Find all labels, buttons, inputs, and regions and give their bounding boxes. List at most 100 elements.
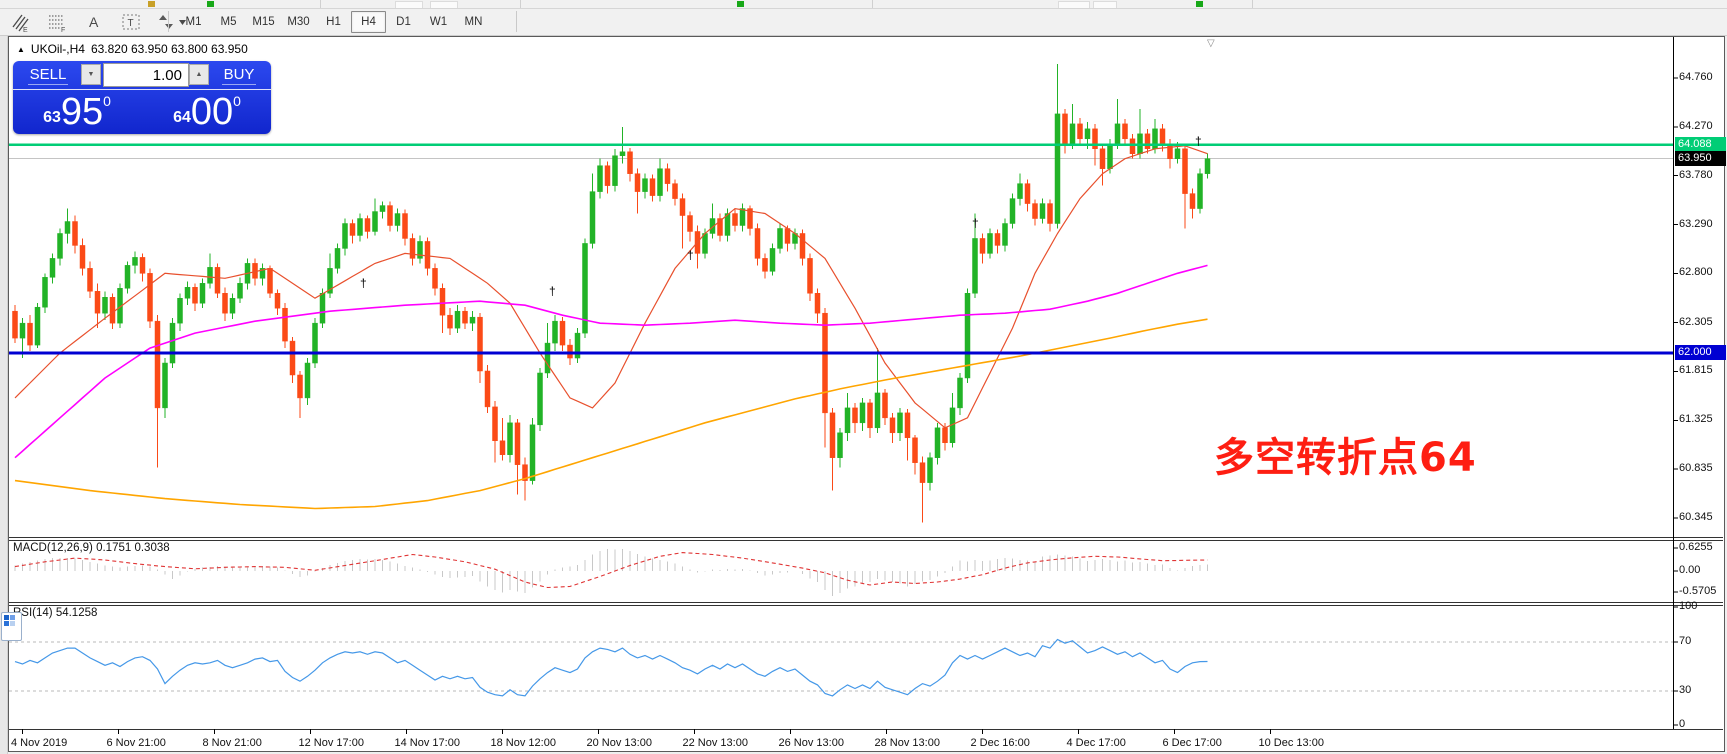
candle-body: [298, 375, 303, 398]
time-axis: 4 Nov 20196 Nov 21:008 Nov 21:0012 Nov 1…: [9, 729, 1673, 751]
macd-indicator-label: MACD(12,26,9) 0.1751 0.3038: [13, 542, 170, 554]
toolbar-separator: [168, 11, 169, 32]
candle-body: [508, 423, 513, 455]
candle-body: [515, 423, 520, 465]
date-axis-label: 4 Dec 17:00: [1067, 737, 1126, 749]
text-icon[interactable]: A: [80, 10, 108, 34]
candle-body: [200, 283, 205, 303]
dagger-mark: †: [360, 276, 367, 290]
price-axis-label: 63.290: [1679, 218, 1713, 230]
volume-increase-button[interactable]: ▲: [189, 64, 209, 85]
candle-body: [365, 219, 370, 232]
rsi-indicator-label: RSI(14) 54.1258: [13, 607, 97, 619]
candle-body: [58, 233, 63, 258]
candle-body: [643, 179, 648, 192]
mt4-terminal: { "titlebar": {"symbol": "UKOil-,H4", "o…: [0, 0, 1727, 754]
candle-body: [1078, 124, 1083, 139]
candle-body: [125, 265, 130, 288]
timeframe-M5[interactable]: M5: [211, 11, 246, 33]
candle-body: [1115, 124, 1120, 144]
toolbar-chip-gold: [148, 1, 155, 7]
toolbar-partial-button: [430, 1, 458, 8]
ma-slow-line: [15, 319, 1208, 508]
candle-body: [178, 298, 183, 323]
candle-body: [650, 179, 655, 196]
date-axis-label: 10 Dec 13:00: [1259, 737, 1324, 749]
candle-body: [500, 441, 505, 455]
candle-body: [193, 287, 198, 303]
candle-body: [1190, 194, 1195, 209]
chart-shift-marker-icon[interactable]: ▽: [1207, 38, 1215, 49]
svg-text:E: E: [23, 27, 28, 33]
candle-body: [373, 212, 378, 232]
timeframe-H4[interactable]: H4: [351, 11, 386, 33]
candle-body: [215, 267, 220, 293]
timeframe-M15[interactable]: M15: [246, 11, 281, 33]
candle-body: [1100, 149, 1105, 169]
candle-body: [1063, 114, 1068, 144]
text-label-icon[interactable]: T: [117, 10, 145, 34]
timeframe-M30[interactable]: M30: [281, 11, 316, 33]
timeframe-M1[interactable]: M1: [176, 11, 211, 33]
candle-body: [230, 298, 235, 313]
date-axis-label: 2 Dec 16:00: [971, 737, 1030, 749]
candle-body: [410, 238, 415, 258]
candle-body: [88, 268, 93, 291]
candle-body: [358, 219, 363, 236]
candle-body: [703, 233, 708, 253]
candle-body: [28, 323, 33, 345]
candle-body: [883, 393, 888, 418]
candle-body: [170, 323, 175, 363]
candle-body: [425, 241, 430, 268]
timeframe-H1[interactable]: H1: [316, 11, 351, 33]
candle-body: [335, 248, 340, 268]
volume-decrease-button[interactable]: ▼: [81, 64, 101, 85]
symbol-ohlc: 63.820 63.950 63.800 63.950: [91, 42, 248, 56]
candle-body: [740, 209, 745, 226]
candle-body: [185, 287, 190, 298]
candle-body: [350, 224, 355, 236]
sell-price[interactable]: 63 95 0: [13, 89, 141, 134]
clipped-toolbar-row: [0, 0, 1727, 9]
dagger-mark: †: [687, 248, 694, 262]
price-axis-label: 60.835: [1679, 462, 1713, 474]
candle-body: [320, 293, 325, 323]
candle-body: [448, 315, 453, 328]
date-axis-label: 28 Nov 13:00: [875, 737, 940, 749]
candle-body: [890, 418, 895, 433]
left-dock-strip: [0, 36, 8, 754]
sell-button[interactable]: SELL: [15, 64, 81, 87]
dock-panel-icon[interactable]: [1, 612, 22, 641]
candle-body: [313, 323, 318, 363]
timeframe-MN[interactable]: MN: [456, 11, 491, 33]
icon-tile: [4, 621, 9, 626]
equidistant-channel-icon[interactable]: E: [6, 10, 34, 34]
timeframe-D1[interactable]: D1: [386, 11, 421, 33]
price-axis-label: 64.270: [1679, 120, 1713, 132]
candle-body: [988, 233, 993, 253]
candle-body: [538, 373, 543, 425]
candle-body: [1205, 159, 1210, 174]
price-axis-label: 63.780: [1679, 169, 1713, 181]
candle-body: [1108, 144, 1113, 169]
candle-body: [733, 214, 738, 226]
candle-body: [275, 293, 280, 308]
timeframe-W1[interactable]: W1: [421, 11, 456, 33]
symbol-name: UKOil-,H4: [31, 42, 85, 56]
symbol-marker-icon: ▲: [17, 45, 25, 54]
candle-body: [665, 169, 670, 184]
candle-body: [1055, 114, 1060, 224]
candle-body: [1123, 124, 1128, 139]
fibonacci-icon[interactable]: F: [43, 10, 71, 34]
svg-text:T: T: [128, 18, 134, 29]
volume-input[interactable]: [103, 63, 189, 87]
buy-price[interactable]: 64 00 0: [143, 89, 271, 134]
price-axis-label: 62.305: [1679, 316, 1713, 328]
chart-canvas[interactable]: †††††: [9, 37, 1724, 751]
candle-body: [770, 248, 775, 271]
macd-signal-line: [15, 553, 1208, 588]
buy-button[interactable]: BUY: [209, 64, 269, 87]
drawing-tools: E F A T: [6, 10, 190, 34]
toolbar-partial-button: [395, 1, 423, 8]
chart-window[interactable]: ††††† ▲ UKOil-,H4 63.820 63.950 63.800 6…: [8, 36, 1725, 752]
